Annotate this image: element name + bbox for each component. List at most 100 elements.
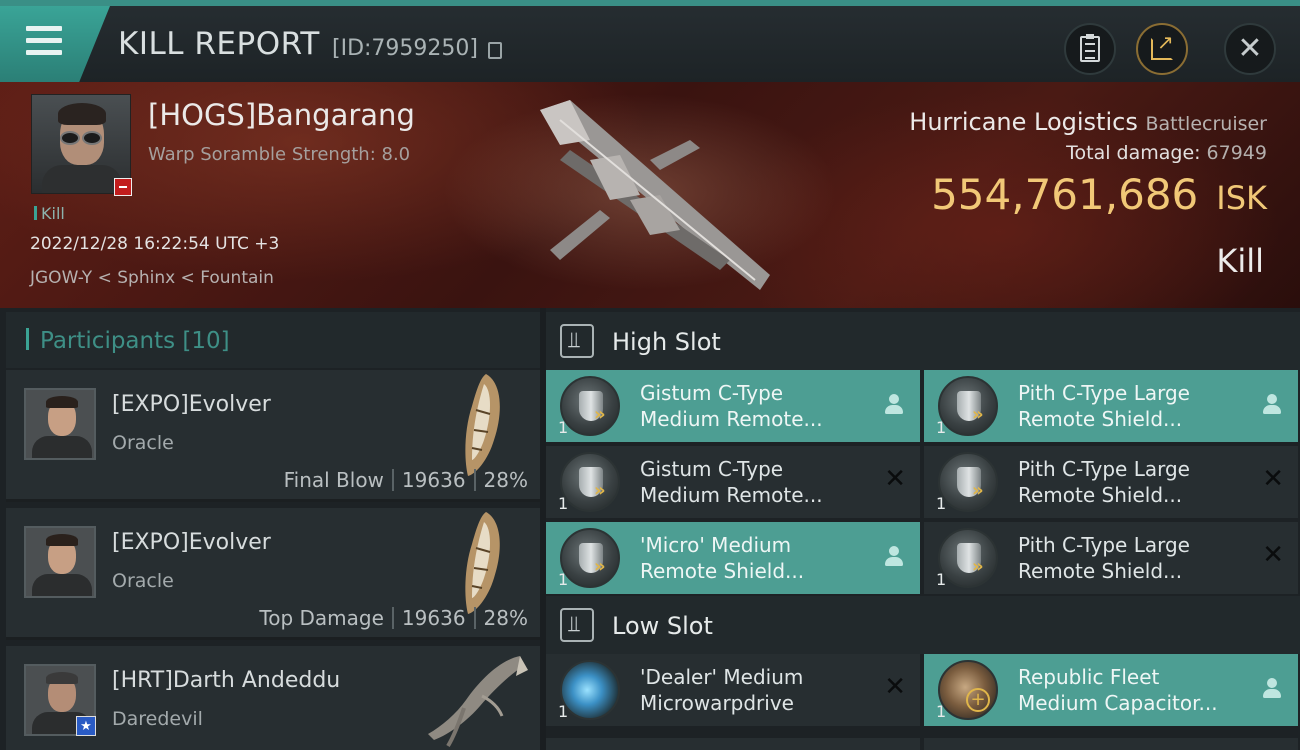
module-name: Pith C-Type Large Remote Shield... [1018, 457, 1190, 507]
module-item-partial[interactable] [924, 738, 1298, 750]
clipboard-button[interactable] [1064, 23, 1116, 75]
shield-booster-icon: » [938, 376, 998, 436]
isk-unit: ISK [1216, 179, 1267, 217]
ship-class: Battlecruiser [1145, 113, 1267, 135]
kill-id: [ID:7959250] [332, 36, 478, 61]
participant-damage: 19636 [401, 606, 466, 630]
participant-name: [HRT]Darth Andeddu [112, 668, 341, 693]
ship-type: Hurricane Logistics [909, 108, 1138, 136]
shield-booster-icon: » [560, 528, 620, 588]
participant-row[interactable]: [EXPO]Evolver Oracle Top Damage 19636 28% [6, 508, 540, 640]
module-quantity: 1 [936, 418, 947, 437]
participant-percent: 28% [483, 606, 528, 630]
participant-stats: Top Damage 19636 28% [259, 606, 528, 630]
shield-booster-icon: » [560, 376, 620, 436]
participant-ship: Oracle [112, 570, 174, 592]
module-item[interactable]: » 1 'Micro' Medium Remote Shield... [546, 522, 920, 594]
module-name: 'Dealer' Medium Microwarpdrive [640, 665, 804, 715]
shield-booster-icon: » [560, 452, 620, 512]
participant-ship: Oracle [112, 432, 174, 454]
participant-ship-image [465, 374, 500, 476]
participants-header: Participants [10] [6, 312, 540, 368]
module-quantity: 1 [936, 494, 947, 513]
isk-value: 554,761,686 ISK [931, 170, 1267, 219]
module-quantity: 1 [558, 494, 569, 513]
participant-name: [EXPO]Evolver [112, 392, 271, 417]
module-name: Pith C-Type Large Remote Shield... [1018, 381, 1190, 431]
module-quantity: 1 [936, 702, 947, 721]
share-button[interactable] [1136, 23, 1188, 75]
low-slot-icon [560, 608, 594, 642]
participant-row[interactable]: [EXPO]Evolver Oracle Final Blow 19636 28% [6, 370, 540, 502]
destroyed-x-icon: ✕ [884, 672, 906, 702]
capacitor-booster-icon: + [938, 660, 998, 720]
module-item[interactable]: » 1 Gistum C-Type Medium Remote... [546, 370, 920, 442]
high-slot-icon [560, 324, 594, 358]
module-item[interactable]: » 1 Pith C-Type Large Remote Shield... ✕ [924, 446, 1298, 518]
participant-row[interactable]: ★ [HRT]Darth Andeddu Daredevil [6, 646, 540, 750]
participants-panel: Participants [10] [EXPO]Evolver Oracle F… [0, 308, 540, 750]
module-item[interactable]: » 1 Pith C-Type Large Remote Shield... [924, 370, 1298, 442]
victim-ship-name[interactable]: Hurricane Logistics Battlecruiser [909, 108, 1267, 136]
window-title: KILL REPORT [118, 26, 320, 62]
kill-location[interactable]: JGOW-Y < Sphinx < Fountain [30, 268, 274, 288]
module-name: Pith C-Type Large Remote Shield... [1018, 533, 1190, 583]
copy-icon[interactable] [488, 42, 502, 59]
warp-scramble-strength: Warp Soramble Strength: 8.0 [148, 144, 411, 165]
participant-name: [EXPO]Evolver [112, 530, 271, 555]
fitting-panel: High Slot » 1 Gistum C-TypeMedium Remote… [546, 308, 1300, 750]
module-quantity: 1 [936, 570, 947, 589]
low-slot-header: Low Slot [546, 596, 1300, 654]
shield-booster-icon: » [938, 452, 998, 512]
participant-ship-image [428, 656, 528, 748]
low-slot-title: Low Slot [612, 612, 713, 640]
standing-badge-icon [114, 178, 132, 196]
participants-title: Participants [10] [40, 328, 230, 354]
module-name: Gistum C-Type Medium Remote... [640, 457, 823, 507]
close-icon: ✕ [1237, 31, 1263, 66]
menu-button[interactable] [0, 6, 110, 82]
participant-role: Top Damage [259, 606, 384, 630]
module-quantity: 1 [558, 418, 569, 437]
module-item[interactable]: + 1 Republic Fleet Medium Capacitor... [924, 654, 1298, 726]
participant-ship: Daredevil [112, 708, 203, 730]
destroyed-x-icon: ✕ [1262, 464, 1284, 494]
module-quantity: 1 [558, 570, 569, 589]
star-badge-icon: ★ [76, 716, 96, 736]
close-button[interactable]: ✕ [1224, 23, 1276, 75]
module-quantity: 1 [558, 702, 569, 721]
module-name: 'Micro' Medium Remote Shield... [640, 533, 805, 583]
destroyed-x-icon: ✕ [884, 464, 906, 494]
participant-stats: Final Blow 19636 28% [284, 468, 528, 492]
share-icon [1151, 30, 1174, 60]
kill-banner: [HOGS]Bangarang Warp Soramble Strength: … [0, 82, 1300, 308]
shield-booster-icon: » [938, 528, 998, 588]
total-damage-label: Total damage: [1066, 142, 1201, 164]
menu-icon [26, 26, 62, 62]
participant-role: Final Blow [283, 468, 384, 492]
kill-datetime: 2022/12/28 16:22:54 UTC +3 [30, 234, 280, 254]
module-item[interactable]: 1 'Dealer' Medium Microwarpdrive ✕ [546, 654, 920, 726]
dropped-person-icon [1262, 678, 1282, 700]
kill-result: Kill [1216, 242, 1264, 280]
module-name: Republic Fleet Medium Capacitor... [1018, 665, 1218, 715]
module-item[interactable]: » 1 Pith C-Type Large Remote Shield... ✕ [924, 522, 1298, 594]
dropped-person-icon [884, 394, 904, 416]
participant-percent: 28% [483, 468, 528, 492]
participant-damage: 19636 [401, 468, 466, 492]
high-slot-header: High Slot [546, 312, 1300, 370]
victim-ship-image [540, 100, 770, 290]
module-item-partial[interactable] [546, 738, 920, 750]
participant-avatar[interactable] [24, 526, 96, 598]
module-name: Gistum C-Type Medium Remote... [640, 381, 823, 431]
victim-name[interactable]: [HOGS]Bangarang [148, 98, 415, 132]
title-bar: KILL REPORT [ID:7959250] ✕ [0, 0, 1300, 82]
dropped-person-icon [1262, 394, 1282, 416]
total-damage-value: 67949 [1206, 142, 1267, 164]
participant-avatar[interactable] [24, 388, 96, 460]
clipboard-icon [1080, 34, 1100, 62]
module-item[interactable]: » 1 Gistum C-Type Medium Remote... ✕ [546, 446, 920, 518]
participant-ship-image [465, 512, 500, 614]
kill-tag: Kill [34, 204, 65, 223]
microwarpdrive-icon [560, 660, 620, 720]
